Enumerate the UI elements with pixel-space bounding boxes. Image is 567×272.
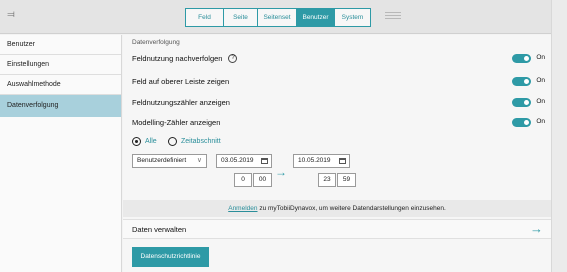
- login-link[interactable]: Anmelden: [228, 205, 257, 212]
- radio-all[interactable]: [132, 137, 141, 146]
- top-bar: ⫤ Feld Seite Seitenset Benutzer System: [0, 0, 551, 34]
- category-tabs: Feld Seite Seitenset Benutzer System: [185, 8, 371, 27]
- arrow-right-icon: →: [275, 165, 287, 179]
- sidebar: Benutzer Einstellungen Auswahlmethode Da…: [0, 35, 122, 272]
- toggle-row-top-bar: Feld auf oberer Leiste zeigen On: [132, 76, 545, 89]
- toggle-state-label: On: [536, 77, 545, 84]
- login-info-banner: Anmelden zu myTobiiDynavox, um weitere D…: [123, 200, 551, 217]
- toggle-state-label: On: [536, 118, 545, 125]
- tab-system[interactable]: System: [335, 8, 371, 27]
- chevron-down-icon: ∨: [196, 157, 202, 164]
- tab-seite[interactable]: Seite: [224, 8, 258, 27]
- hamburger-icon[interactable]: [385, 12, 401, 22]
- radio-all-label[interactable]: Alle: [145, 138, 157, 145]
- end-hour-field[interactable]: 23: [318, 173, 336, 187]
- calendar-icon[interactable]: [339, 158, 346, 164]
- top-bar-toggle[interactable]: [512, 77, 531, 86]
- start-date-field[interactable]: 03.05.2019: [216, 154, 272, 168]
- privacy-policy-button[interactable]: Datenschutzrichtlinie: [132, 247, 209, 267]
- login-info-text: zu myTobiiDynavox, um weitere Datendarst…: [257, 205, 446, 212]
- start-hour-field[interactable]: 0: [234, 173, 252, 187]
- calendar-icon[interactable]: [261, 158, 268, 164]
- toggle-state-label: On: [536, 54, 545, 61]
- preset-select[interactable]: Benutzerdefiniert ∨: [132, 154, 207, 168]
- toggle-label: Modelling-Zähler anzeigen: [132, 118, 221, 127]
- sidebar-item-benutzer[interactable]: Benutzer: [0, 35, 121, 55]
- manage-data-label: Daten verwalten: [132, 225, 187, 234]
- scrollbar[interactable]: [551, 0, 567, 272]
- toggle-row-usage-tracking: Feldnutzung nachverfolgen? On: [132, 53, 545, 66]
- toggle-label: Feldnutzung nachverfolgen: [132, 54, 223, 63]
- start-date-value: 03.05.2019: [221, 157, 254, 164]
- toggle-row-usage-counter: Feldnutzungszähler anzeigen On: [132, 97, 545, 110]
- sidebar-item-auswahlmethode[interactable]: Auswahlmethode: [0, 75, 121, 95]
- arrow-right-icon[interactable]: →: [530, 221, 543, 236]
- toggle-label: Feld auf oberer Leiste zeigen: [132, 77, 230, 86]
- tab-seitenset[interactable]: Seitenset: [258, 8, 297, 27]
- usage-tracking-toggle[interactable]: [512, 54, 531, 63]
- manage-data-row[interactable]: Daten verwalten →: [123, 219, 551, 239]
- end-date-field[interactable]: 10.05.2019: [293, 154, 350, 168]
- section-title: Datenverfolgung: [132, 39, 180, 46]
- toggle-label: Feldnutzungszähler anzeigen: [132, 98, 230, 107]
- toggle-row-modelling-counter: Modelling-Zähler anzeigen On: [132, 117, 545, 130]
- modelling-counter-toggle[interactable]: [512, 118, 531, 127]
- sidebar-item-datenverfolgung[interactable]: Datenverfolgung: [0, 95, 121, 117]
- usage-counter-toggle[interactable]: [512, 98, 531, 107]
- end-minute-field[interactable]: 59: [337, 173, 356, 187]
- toggle-state-label: On: [536, 98, 545, 105]
- collapse-chevron-icon[interactable]: ⫤: [5, 9, 17, 21]
- radio-period[interactable]: [168, 137, 177, 146]
- settings-panel: Datenverfolgung Feldnutzung nachverfolge…: [123, 35, 551, 272]
- tab-benutzer[interactable]: Benutzer: [297, 8, 335, 27]
- start-minute-field[interactable]: 00: [253, 173, 272, 187]
- help-icon[interactable]: ?: [228, 53, 238, 63]
- end-date-value: 10.05.2019: [298, 157, 331, 164]
- sidebar-item-einstellungen[interactable]: Einstellungen: [0, 55, 121, 75]
- tab-feld[interactable]: Feld: [185, 8, 224, 27]
- radio-period-label[interactable]: Zeitabschnitt: [181, 138, 221, 145]
- preset-value: Benutzerdefiniert: [137, 157, 187, 164]
